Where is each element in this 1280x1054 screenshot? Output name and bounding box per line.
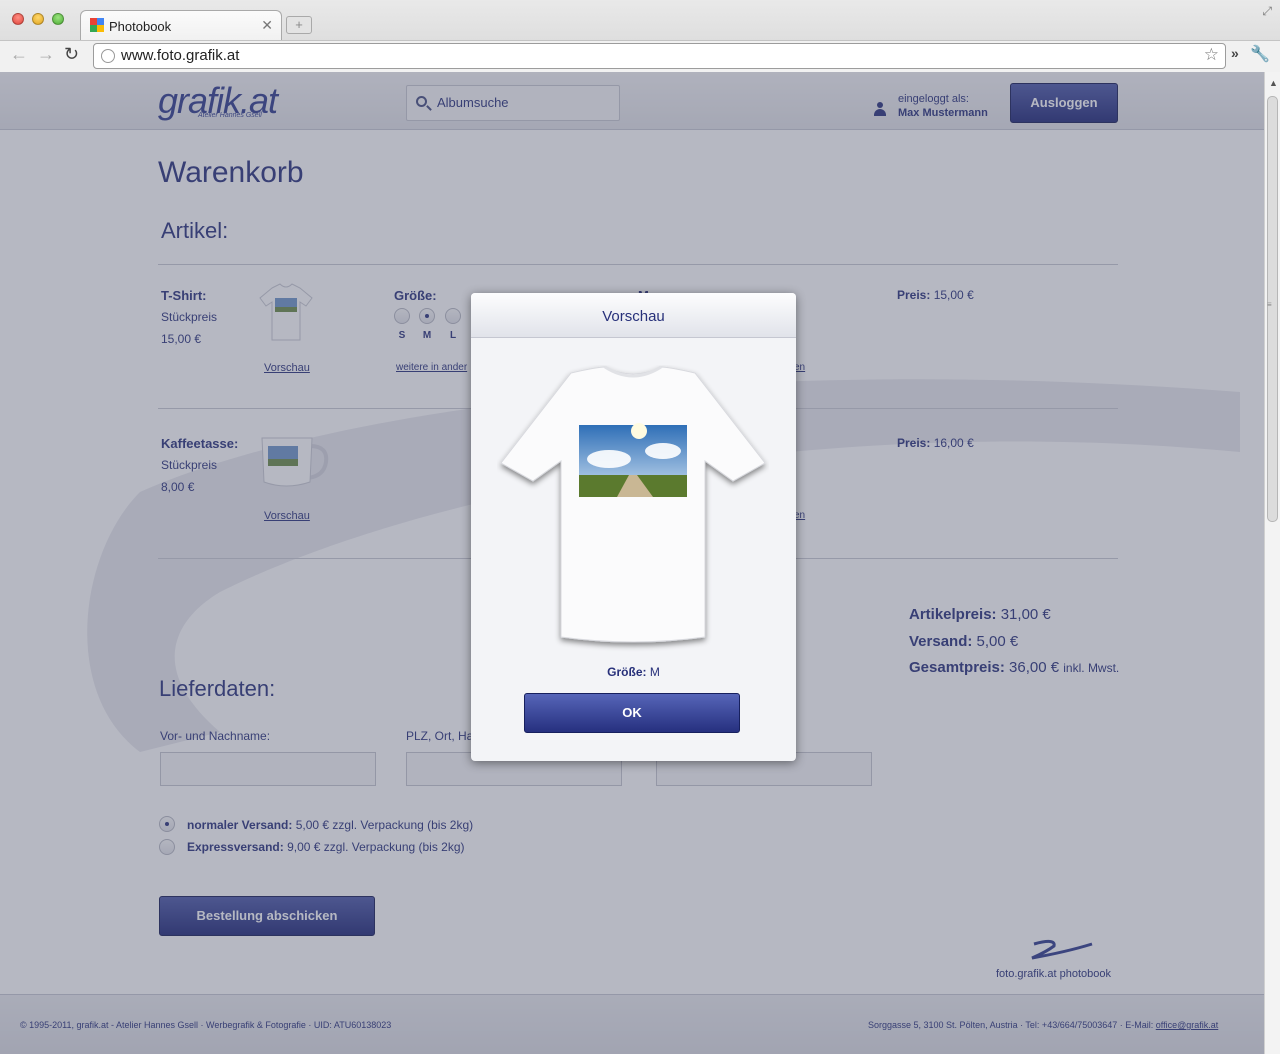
browser-tab[interactable]: Photobook ✕ <box>80 10 282 40</box>
globe-icon <box>101 49 115 63</box>
scroll-up-arrow-icon[interactable]: ▲ <box>1269 78 1278 88</box>
new-tab-button[interactable]: + <box>286 16 312 34</box>
browser-chrome: Photobook ✕ + ⤢ ← → ↻ www.foto.grafik.at… <box>0 0 1280 72</box>
back-arrow-icon[interactable]: ← <box>10 44 28 65</box>
reload-icon[interactable]: ↻ <box>64 44 79 65</box>
tab-title: Photobook <box>109 19 172 34</box>
bookmark-star-icon[interactable]: ☆ <box>1204 45 1219 65</box>
window-minimize-button[interactable] <box>32 13 44 25</box>
dialog-header: Vorschau <box>471 293 796 338</box>
overflow-chevron-icon[interactable]: » <box>1231 45 1239 61</box>
dialog-size-info: Größe: M <box>607 665 660 679</box>
address-bar[interactable]: www.foto.grafik.at ☆ <box>93 43 1226 69</box>
tshirt-preview-image <box>500 365 766 643</box>
fullscreen-icon[interactable]: ⤢ <box>1262 4 1272 19</box>
url-text[interactable]: www.foto.grafik.at <box>121 47 239 64</box>
dialog-title: Vorschau <box>602 308 665 325</box>
ok-button[interactable]: OK <box>524 693 740 733</box>
scrollbar[interactable]: ▲ ≡ <box>1264 72 1280 1054</box>
navigation-bar: ← → ↻ www.foto.grafik.at ☆ » 🔧 <box>0 40 1280 72</box>
preview-dialog: Vorschau Größe: M OK <box>471 293 796 761</box>
favicon-icon <box>90 18 104 32</box>
scrollbar-thumb[interactable] <box>1267 96 1278 522</box>
forward-arrow-icon[interactable]: → <box>37 44 55 65</box>
web-page: grafik.at Atelier Hannes Gsell eingelogg… <box>0 72 1264 1054</box>
tab-close-icon[interactable]: ✕ <box>261 17 273 34</box>
window-zoom-button[interactable] <box>52 13 64 25</box>
wrench-icon[interactable]: 🔧 <box>1250 44 1270 64</box>
window-close-button[interactable] <box>12 13 24 25</box>
scrollbar-grip-icon: ≡ <box>1267 300 1272 309</box>
